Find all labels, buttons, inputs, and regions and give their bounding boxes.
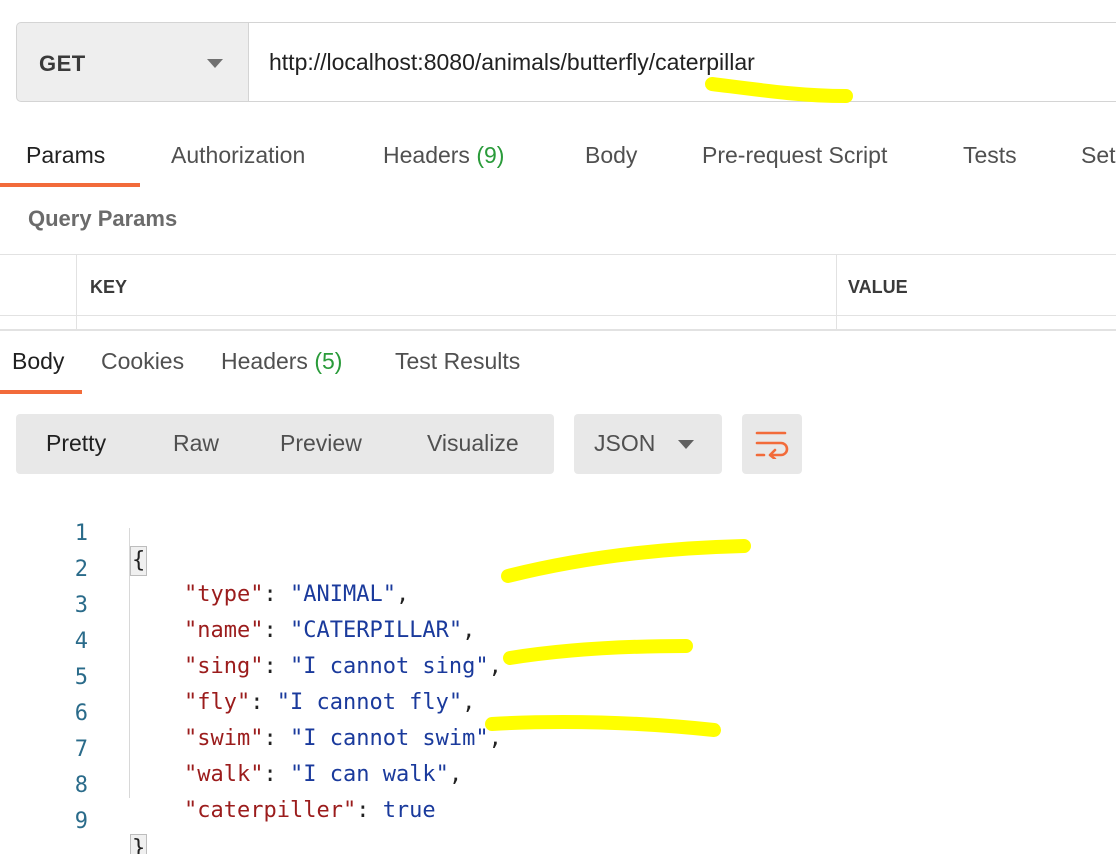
view-preview-button[interactable]: Preview <box>280 430 362 457</box>
table-divider <box>836 255 837 331</box>
code-line: 9 } <box>0 784 1116 854</box>
active-tab-indicator <box>0 390 82 394</box>
json-brace: } <box>130 834 148 854</box>
view-mode-group: Pretty Raw Preview Visualize <box>16 414 554 474</box>
code-line: 6 "swim": "I cannot swim", <box>0 676 1116 751</box>
response-headers-count: (5) <box>314 348 343 374</box>
wrap-lines-button[interactable] <box>742 414 802 474</box>
chevron-down-icon <box>207 59 223 68</box>
code-line: 4 "sing": "I cannot sing", <box>0 604 1116 679</box>
tab-body[interactable]: Body <box>585 142 637 169</box>
tab-test-results[interactable]: Test Results <box>395 348 520 375</box>
query-params-table: KEY VALUE <box>0 254 1116 331</box>
tab-params[interactable]: Params <box>26 142 105 169</box>
column-header-key: KEY <box>90 277 128 297</box>
tab-cookies[interactable]: Cookies <box>101 348 184 375</box>
headers-count: (9) <box>476 142 505 168</box>
wrap-lines-icon <box>755 431 789 459</box>
code-line: 5 "fly": "I cannot fly", <box>0 640 1116 715</box>
method-select[interactable]: GET <box>16 22 248 102</box>
column-header-value: VALUE <box>848 277 908 297</box>
tab-pre-request-script[interactable]: Pre-request Script <box>702 142 887 169</box>
query-params-title: Query Params <box>28 206 178 231</box>
tab-authorization[interactable]: Authorization <box>171 142 305 169</box>
code-line: 1 { <box>0 496 1116 576</box>
pane-divider[interactable] <box>0 329 1116 331</box>
view-visualize-button[interactable]: Visualize <box>427 430 519 457</box>
tab-response-headers[interactable]: Headers (5) <box>221 348 342 375</box>
table-divider <box>76 255 77 331</box>
method-label: GET <box>39 51 86 76</box>
tab-tests[interactable]: Tests <box>963 142 1017 169</box>
line-number: 9 <box>74 809 88 834</box>
tab-response-body[interactable]: Body <box>12 348 64 375</box>
active-tab-indicator <box>0 183 140 187</box>
code-line: 2 "type": "ANIMAL", <box>0 532 1116 607</box>
format-label: JSON <box>594 430 656 456</box>
tab-headers[interactable]: Headers (9) <box>383 142 504 169</box>
url-input[interactable]: http://localhost:8080/animals/butterfly/… <box>248 22 1116 102</box>
postman-window: GET http://localhost:8080/animals/butter… <box>0 0 1116 854</box>
format-select[interactable]: JSON <box>574 414 722 474</box>
response-body-viewer[interactable]: 1 { 2 "type": "ANIMAL", 3 "name": "CATER… <box>0 494 1116 854</box>
response-tabs: Body Cookies Headers (5) Test Results <box>0 340 1116 394</box>
view-pretty-button[interactable]: Pretty <box>46 430 106 457</box>
url-text: http://localhost:8080/animals/butterfly/… <box>269 49 755 75</box>
table-row-divider <box>0 315 1116 316</box>
request-tabs: Params Authorization Headers (9) Body Pr… <box>0 136 1116 188</box>
tab-settings[interactable]: Set <box>1081 142 1116 169</box>
chevron-down-icon <box>678 440 694 449</box>
code-line: 3 "name": "CATERPILLAR", <box>0 568 1116 643</box>
view-raw-button[interactable]: Raw <box>173 430 219 457</box>
code-line: 7 "walk": "I can walk", <box>0 712 1116 787</box>
code-line: 8 "caterpiller": true <box>0 748 1116 823</box>
